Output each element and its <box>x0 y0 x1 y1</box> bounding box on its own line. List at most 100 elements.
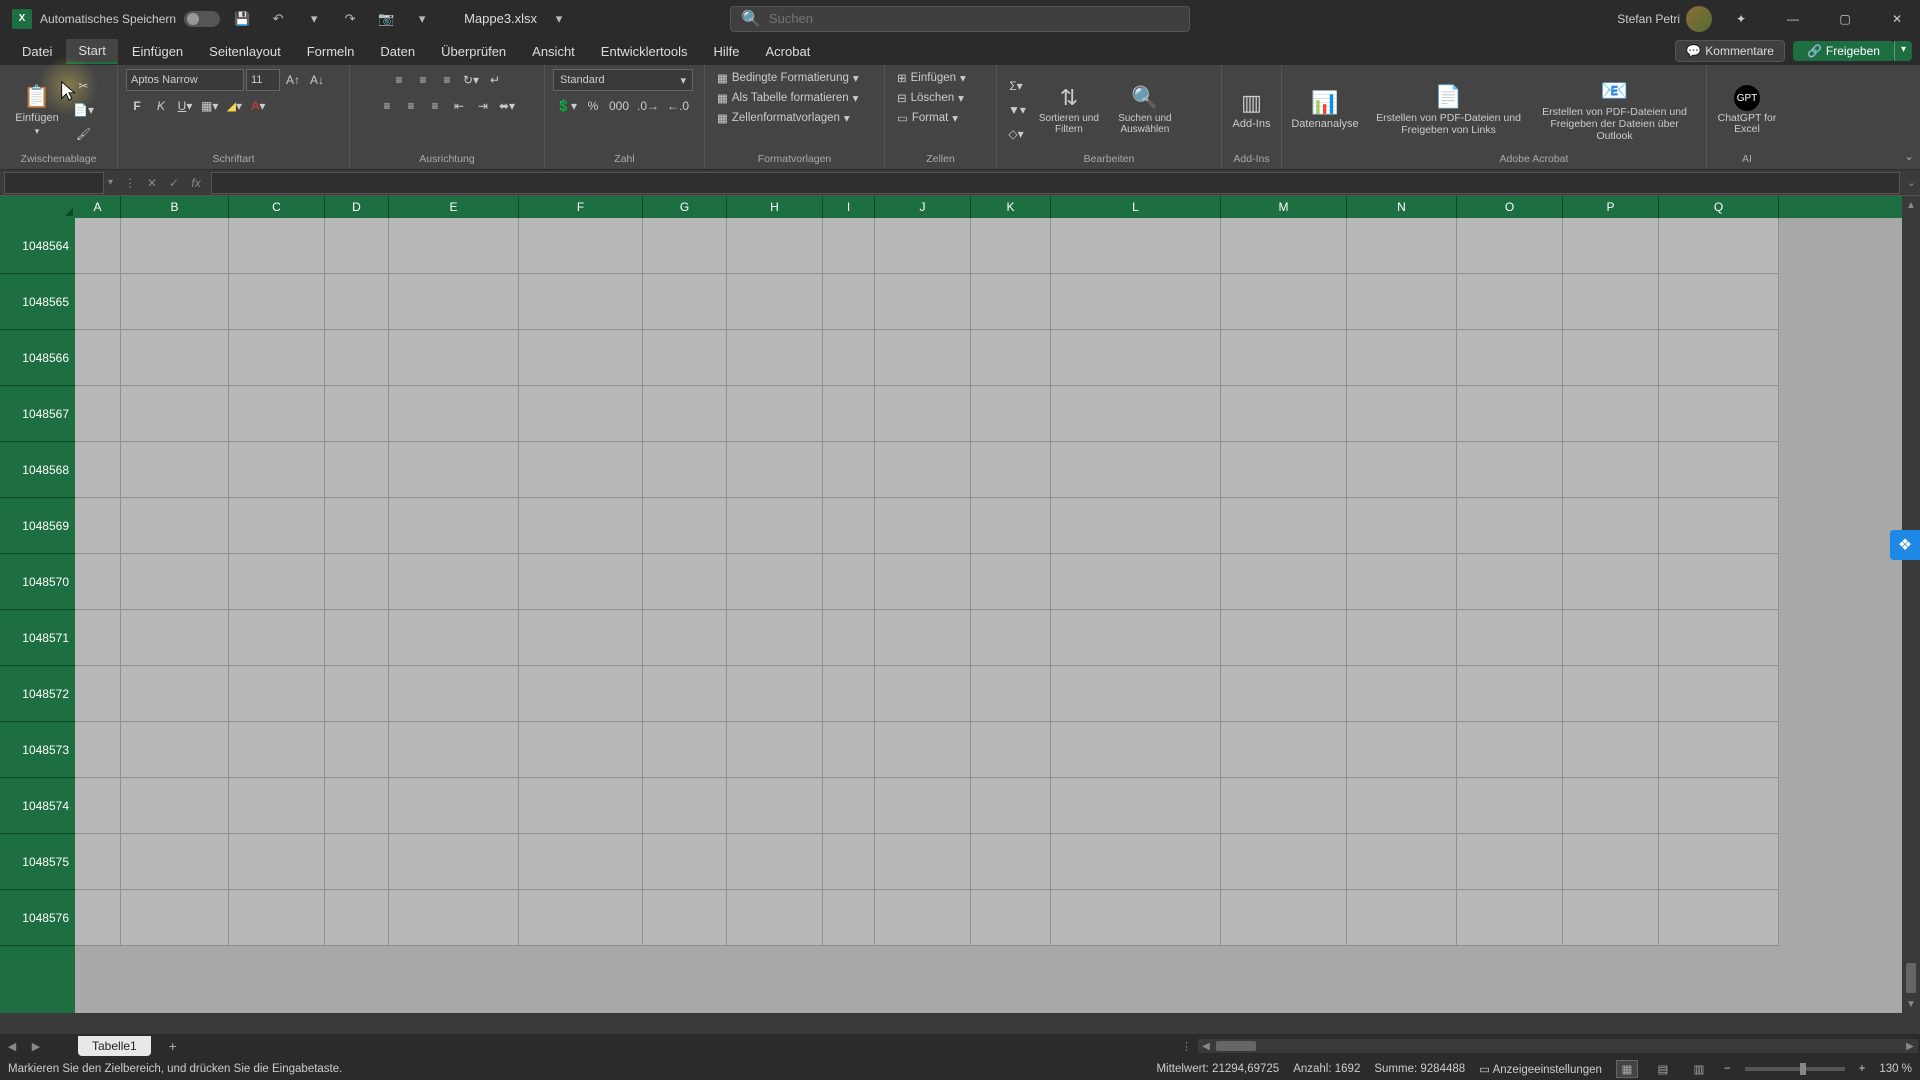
cell[interactable] <box>971 386 1051 442</box>
cell[interactable] <box>1457 386 1563 442</box>
cell[interactable] <box>75 722 121 778</box>
comments-button[interactable]: 💬 Kommentare <box>1675 40 1785 62</box>
name-box[interactable] <box>4 172 104 194</box>
scroll-left-icon[interactable]: ◀ <box>1198 1041 1214 1052</box>
cell[interactable] <box>229 218 325 274</box>
cell[interactable] <box>229 778 325 834</box>
column-header-J[interactable]: J <box>875 196 971 218</box>
cell[interactable] <box>121 386 229 442</box>
tab-daten[interactable]: Daten <box>368 40 427 63</box>
cell[interactable] <box>1563 274 1659 330</box>
cell[interactable] <box>1221 386 1347 442</box>
column-header-F[interactable]: F <box>519 196 643 218</box>
cell[interactable] <box>121 890 229 946</box>
cell[interactable] <box>121 218 229 274</box>
increase-decimal-icon[interactable]: .0→ <box>634 95 662 117</box>
cell[interactable] <box>325 498 389 554</box>
cell[interactable] <box>727 834 823 890</box>
cell[interactable] <box>1347 498 1457 554</box>
cell[interactable] <box>1457 498 1563 554</box>
tab-hilfe[interactable]: Hilfe <box>702 40 752 63</box>
cell[interactable] <box>325 666 389 722</box>
cell[interactable] <box>229 610 325 666</box>
cell[interactable] <box>971 554 1051 610</box>
cell[interactable] <box>643 498 727 554</box>
cell[interactable] <box>1659 666 1779 722</box>
file-name[interactable]: Mappe3.xlsx <box>464 11 537 26</box>
cell[interactable] <box>229 274 325 330</box>
formula-expand-icon[interactable]: ⌄ <box>1907 176 1916 189</box>
cell[interactable] <box>1051 442 1221 498</box>
column-header-A[interactable]: A <box>75 196 121 218</box>
cell[interactable] <box>643 218 727 274</box>
column-headers[interactable]: ABCDEFGHIJKLMNOPQ <box>75 196 1902 218</box>
paste-button[interactable]: 📋 Einfügen ▾ <box>8 80 66 141</box>
cell[interactable] <box>1347 834 1457 890</box>
cell[interactable] <box>971 778 1051 834</box>
format-as-table[interactable]: ▦ Als Tabelle formatieren ▾ <box>713 89 862 107</box>
cell[interactable] <box>121 666 229 722</box>
column-header-H[interactable]: H <box>727 196 823 218</box>
cell[interactable] <box>1221 498 1347 554</box>
cell[interactable] <box>75 554 121 610</box>
cell[interactable] <box>643 722 727 778</box>
cell[interactable] <box>643 554 727 610</box>
cell[interactable] <box>1659 330 1779 386</box>
cell[interactable] <box>229 330 325 386</box>
column-header-N[interactable]: N <box>1347 196 1457 218</box>
bold-button[interactable]: F <box>126 95 148 117</box>
cell[interactable] <box>1659 834 1779 890</box>
camera-icon[interactable]: 📷 <box>372 5 400 33</box>
cell[interactable] <box>823 218 875 274</box>
cell[interactable] <box>1457 834 1563 890</box>
cell[interactable] <box>519 722 643 778</box>
cell[interactable] <box>121 330 229 386</box>
align-right-icon[interactable]: ≡ <box>424 95 446 117</box>
cell[interactable] <box>875 554 971 610</box>
cell[interactable] <box>389 386 519 442</box>
cell[interactable] <box>1457 890 1563 946</box>
cell[interactable] <box>389 498 519 554</box>
cell[interactable] <box>1659 498 1779 554</box>
cell[interactable] <box>75 498 121 554</box>
tab-einfuegen[interactable]: Einfügen <box>120 40 195 63</box>
fill-color-icon[interactable]: ◢▾ <box>223 95 245 117</box>
cell[interactable] <box>875 330 971 386</box>
cell[interactable] <box>229 554 325 610</box>
cell[interactable] <box>971 442 1051 498</box>
user-name[interactable]: Stefan Petri <box>1617 12 1680 26</box>
cell[interactable] <box>75 890 121 946</box>
row-header-1048575[interactable]: 1048575 <box>0 834 75 890</box>
enter-icon[interactable]: ✓ <box>163 172 185 194</box>
horizontal-scrollbar[interactable]: ◀ ▶ <box>1198 1039 1918 1053</box>
cell[interactable] <box>1659 218 1779 274</box>
cell[interactable] <box>1347 722 1457 778</box>
cell[interactable] <box>75 386 121 442</box>
cell[interactable] <box>971 274 1051 330</box>
tab-ansicht[interactable]: Ansicht <box>520 40 587 63</box>
decrease-font-icon[interactable]: A↓ <box>306 69 328 91</box>
cell[interactable] <box>823 666 875 722</box>
cell[interactable] <box>727 442 823 498</box>
column-header-D[interactable]: D <box>325 196 389 218</box>
cell[interactable] <box>1457 666 1563 722</box>
cell[interactable] <box>1347 218 1457 274</box>
cell[interactable] <box>389 666 519 722</box>
autosave-toggle[interactable] <box>184 11 220 27</box>
cell[interactable] <box>1659 554 1779 610</box>
underline-button[interactable]: U▾ <box>174 95 196 117</box>
cell[interactable] <box>1457 218 1563 274</box>
cell[interactable] <box>643 442 727 498</box>
sheet-next-icon[interactable]: ▶ <box>24 1034 48 1058</box>
cell[interactable] <box>875 218 971 274</box>
cell[interactable] <box>727 778 823 834</box>
wrap-text-icon[interactable]: ↵ <box>484 69 506 91</box>
cell[interactable] <box>823 274 875 330</box>
delete-cells[interactable]: ⊟ Löschen ▾ <box>893 89 968 107</box>
tab-start[interactable]: Start <box>66 39 117 64</box>
align-bottom-icon[interactable]: ≡ <box>436 69 458 91</box>
cell[interactable] <box>971 218 1051 274</box>
column-header-O[interactable]: O <box>1457 196 1563 218</box>
row-header-1048564[interactable]: 1048564 <box>0 218 75 274</box>
cell[interactable] <box>1563 330 1659 386</box>
